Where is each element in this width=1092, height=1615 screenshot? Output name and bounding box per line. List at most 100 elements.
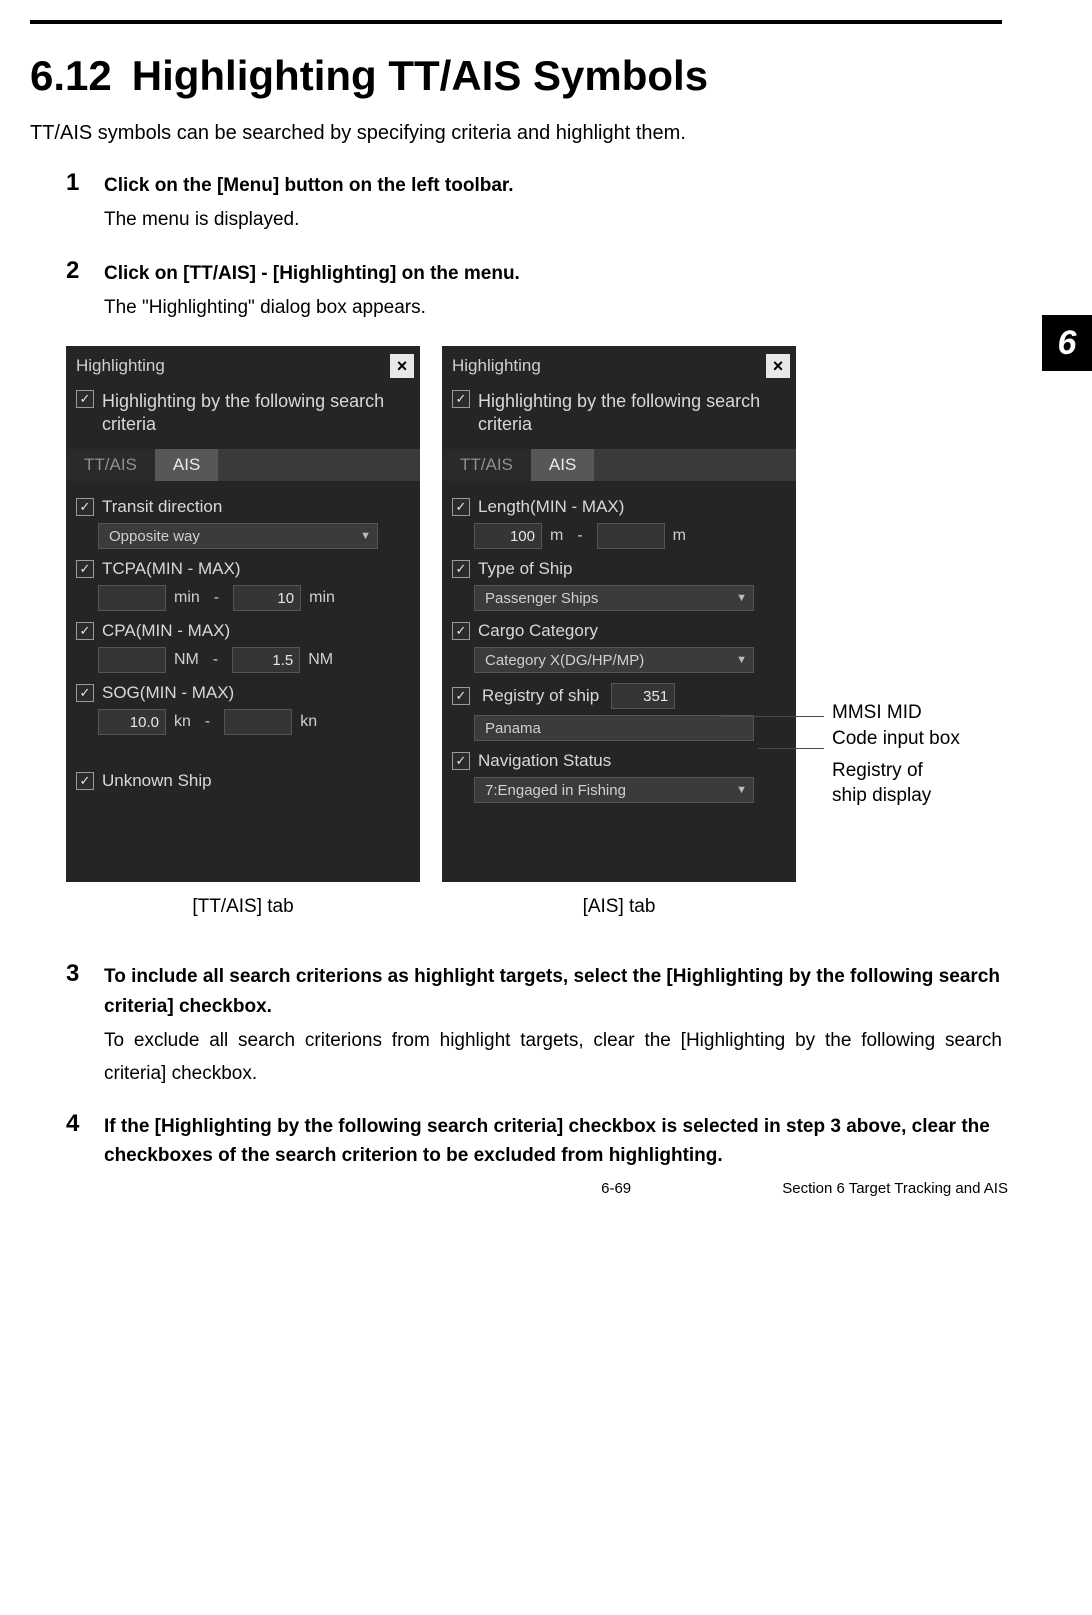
unit-label: NM <box>308 651 333 669</box>
input-length-max[interactable] <box>597 523 665 549</box>
dropdown-nav[interactable]: 7:Engaged in Fishing ▼ <box>474 777 754 803</box>
input-tcpa-max[interactable] <box>233 585 301 611</box>
dialog-screenshots: Highlighting × Highlighting by the follo… <box>66 346 1002 918</box>
input-mmsi-mid[interactable] <box>611 683 675 709</box>
criterion-type: Type of Ship Passenger Ships▼ <box>452 559 788 611</box>
dropdown-value: Passenger Ships <box>485 590 598 607</box>
chevron-down-icon: ▼ <box>736 784 747 796</box>
checkbox-master-label: Highlighting by the following search cri… <box>102 390 420 435</box>
dropdown-transit[interactable]: Opposite way ▼ <box>98 523 378 549</box>
section-number: 6.12 <box>30 52 112 99</box>
criterion-label: Length(MIN - MAX) <box>478 497 624 517</box>
unit-label: m <box>673 527 686 545</box>
unit-label: kn <box>300 713 317 731</box>
range-dash: - <box>199 713 216 731</box>
close-icon[interactable]: × <box>390 354 414 378</box>
dialog-title: Highlighting <box>452 356 541 376</box>
page-number: 6-69 <box>601 1180 631 1197</box>
step-description: To exclude all search criterions from hi… <box>104 1025 1002 1090</box>
checkbox-cpa[interactable] <box>76 622 94 640</box>
tab-ais[interactable]: AIS <box>531 449 594 481</box>
tab-ttais[interactable]: TT/AIS <box>66 449 155 481</box>
tab-ttais[interactable]: TT/AIS <box>442 449 531 481</box>
dialog-title: Highlighting <box>76 356 165 376</box>
chevron-down-icon: ▼ <box>360 530 371 542</box>
criterion-sog: SOG(MIN - MAX) kn - kn <box>76 683 412 735</box>
criterion-label: Navigation Status <box>478 751 611 771</box>
criterion-cpa: CPA(MIN - MAX) NM - NM <box>76 621 412 673</box>
step-instruction: Click on [TT/AIS] - [Highlighting] on th… <box>104 259 1002 288</box>
intro-text: TT/AIS symbols can be searched by specif… <box>30 122 1002 145</box>
checkbox-nav[interactable] <box>452 752 470 770</box>
step-4: 4 If the [Highlighting by the following … <box>66 1112 1002 1171</box>
footer-section: Section 6 Target Tracking and AIS <box>782 1180 1008 1197</box>
criterion-unknown: Unknown Ship <box>76 771 412 791</box>
chevron-down-icon: ▼ <box>736 654 747 666</box>
unit-label: min <box>174 589 200 607</box>
dropdown-value: Category X(DG/HP/MP) <box>485 652 644 669</box>
checkbox-unknown[interactable] <box>76 772 94 790</box>
criterion-label: Registry of ship <box>482 686 599 706</box>
callout-mmsi: MMSI MID Code input box <box>832 700 962 751</box>
dropdown-cargo[interactable]: Category X(DG/HP/MP) ▼ <box>474 647 754 673</box>
page-title: 6.12 Highlighting TT/AIS Symbols <box>30 52 1002 100</box>
criterion-registry: Registry of ship Panama <box>452 683 788 741</box>
criterion-tcpa: TCPA(MIN - MAX) min - min <box>76 559 412 611</box>
criterion-label: TCPA(MIN - MAX) <box>102 559 241 579</box>
callout-line <box>722 716 824 717</box>
unit-label: m <box>550 527 563 545</box>
close-icon[interactable]: × <box>766 354 790 378</box>
input-length-min[interactable] <box>474 523 542 549</box>
dropdown-value: Opposite way <box>109 528 200 545</box>
checkbox-master-label: Highlighting by the following search cri… <box>478 390 796 435</box>
input-tcpa-min[interactable] <box>98 585 166 611</box>
criterion-label: CPA(MIN - MAX) <box>102 621 230 641</box>
checkbox-cargo[interactable] <box>452 622 470 640</box>
step-instruction: To include all search criterions as high… <box>104 962 1002 1021</box>
criterion-label: Type of Ship <box>478 559 573 579</box>
unit-label: NM <box>174 651 199 669</box>
criterion-label: SOG(MIN - MAX) <box>102 683 234 703</box>
criterion-label: Cargo Category <box>478 621 598 641</box>
step-3: 3 To include all search criterions as hi… <box>66 962 1002 1089</box>
step-description: The "Highlighting" dialog box appears. <box>104 292 1002 324</box>
tab-ais[interactable]: AIS <box>155 449 218 481</box>
checkbox-length[interactable] <box>452 498 470 516</box>
criterion-label: Transit direction <box>102 497 222 517</box>
criterion-nav: Navigation Status 7:Engaged in Fishing ▼ <box>452 751 788 803</box>
input-sog-min[interactable] <box>98 709 166 735</box>
criterion-cargo: Cargo Category Category X(DG/HP/MP) ▼ <box>452 621 788 673</box>
unit-label: kn <box>174 713 191 731</box>
section-title: Highlighting TT/AIS Symbols <box>132 52 708 99</box>
checkbox-type[interactable] <box>452 560 470 578</box>
criterion-transit: Transit direction Opposite way ▼ <box>76 497 412 549</box>
checkbox-sog[interactable] <box>76 684 94 702</box>
step-number: 4 <box>66 1110 104 1171</box>
range-dash: - <box>208 589 225 607</box>
top-rule <box>30 20 1002 24</box>
step-instruction: If the [Highlighting by the following se… <box>104 1112 1002 1171</box>
dialog-caption: [AIS] tab <box>583 896 656 918</box>
input-cpa-min[interactable] <box>98 647 166 673</box>
input-sog-max[interactable] <box>224 709 292 735</box>
dropdown-type[interactable]: Passenger Ships▼ <box>474 585 754 611</box>
tab-row: TT/AIS AIS <box>442 449 796 481</box>
checkbox-master[interactable] <box>76 390 94 408</box>
callouts: MMSI MID Code input box Registry of ship… <box>832 700 962 815</box>
checkbox-master[interactable] <box>452 390 470 408</box>
dropdown-value: 7:Engaged in Fishing <box>485 782 626 799</box>
page-footer: 6-69 Section 6 Target Tracking and AIS <box>0 1180 1092 1197</box>
callout-line <box>758 748 824 749</box>
highlighting-dialog-ais: Highlighting × Highlighting by the follo… <box>442 346 796 882</box>
criterion-length: Length(MIN - MAX) m - m <box>452 497 788 549</box>
checkbox-transit[interactable] <box>76 498 94 516</box>
checkbox-tcpa[interactable] <box>76 560 94 578</box>
input-cpa-max[interactable] <box>232 647 300 673</box>
unit-label: min <box>309 589 335 607</box>
checkbox-registry[interactable] <box>452 687 470 705</box>
chapter-side-tab: 6 <box>1042 315 1092 371</box>
dialog-caption: [TT/AIS] tab <box>192 896 293 918</box>
range-dash: - <box>571 527 588 545</box>
callout-registry: Registry of ship display <box>832 758 962 809</box>
step-description: The menu is displayed. <box>104 204 1002 236</box>
